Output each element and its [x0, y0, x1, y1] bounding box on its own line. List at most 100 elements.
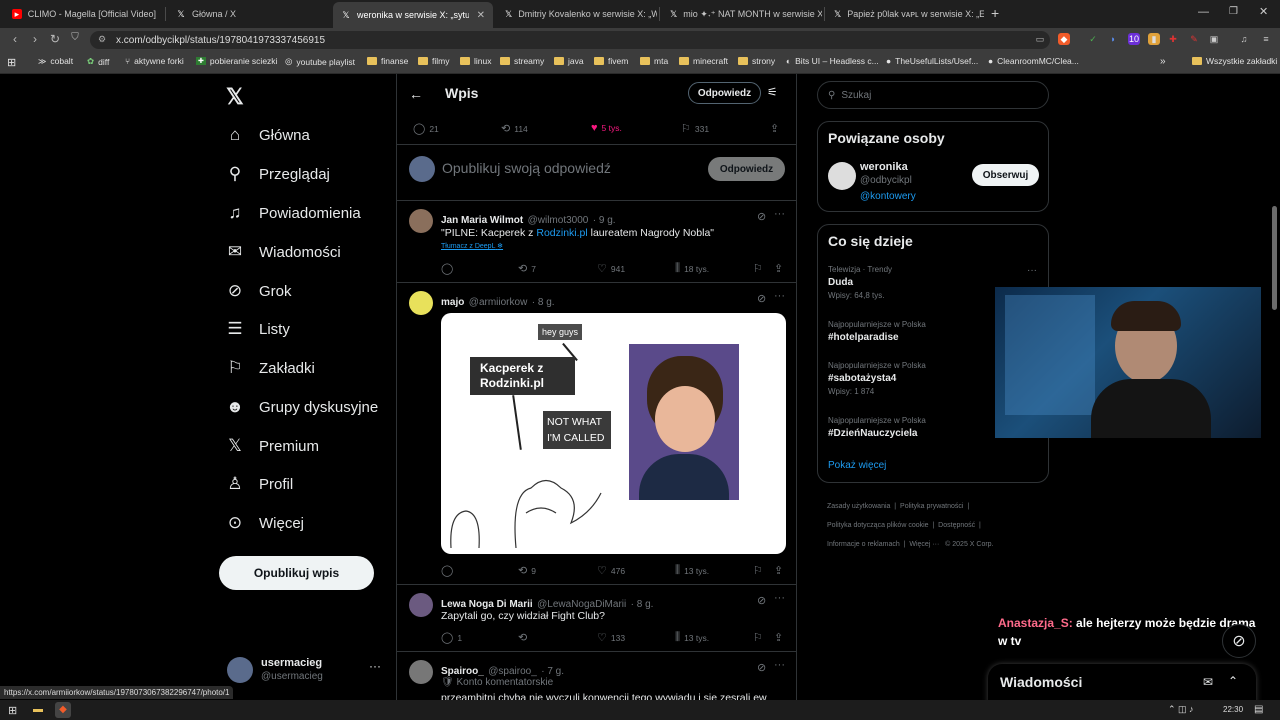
tweet-author-name[interactable]: Lewa Noga Di Marii [441, 599, 533, 610]
browser-tab[interactable]: ▸ CLIMO - Magella [Official Video] [4, 4, 164, 24]
footer-link[interactable]: Polityka prywatności [900, 503, 963, 510]
views-action[interactable]: ⫼ 18 tys. [675, 262, 709, 275]
tweet[interactable]: Spairoo_ @spairoo_ · 7 g. ⊘ ··· 🛡 Konto … [397, 652, 796, 700]
reload-icon[interactable]: ↻ [47, 32, 63, 46]
sidebar-item-explore[interactable]: ⚲ Przeglądaj [225, 164, 330, 184]
tweet-author-handle[interactable]: @armiiorkow [469, 297, 528, 308]
account-switcher[interactable]: usermacieg @usermacieg ··· [225, 656, 385, 686]
like-action[interactable]: ♡ 941 [597, 262, 625, 275]
reply-action[interactable]: ◯ 21 [413, 122, 439, 135]
like-action[interactable]: ♡ 476 [597, 564, 625, 577]
extension-icon[interactable]: ✎ [1188, 33, 1200, 45]
back-icon[interactable]: ‹ [7, 32, 23, 46]
grok-icon[interactable]: ⊘ [757, 661, 766, 674]
extension-icon[interactable]: ◗ [1107, 33, 1119, 45]
repost-action[interactable]: ⟲ [518, 631, 531, 644]
browser-tab[interactable]: 𝕏 Dmitriy Kovalenko w serwisie X: „Wh [497, 4, 657, 24]
bookmark-folder[interactable]: Wszystkie zakładki [1192, 56, 1277, 66]
more-icon[interactable]: ··· [1027, 265, 1037, 276]
more-bookmarks-icon[interactable]: » [1160, 56, 1166, 67]
apps-grid-icon[interactable]: ⊞ [7, 56, 16, 69]
minimize-icon[interactable]: — [1198, 6, 1209, 18]
bookmark-folder[interactable]: fivem [594, 56, 628, 66]
sidebar-item-profile[interactable]: ♙ Profil [225, 474, 293, 494]
sidebar-item-more[interactable]: ⊙ Więcej [225, 513, 304, 533]
reply-header-button[interactable]: Odpowiedz [688, 82, 761, 104]
tweet-author-handle[interactable]: @spairoo_ [488, 666, 537, 677]
grok-icon[interactable]: ⊘ [757, 210, 766, 223]
brave-browser-icon[interactable]: ◆ [55, 702, 71, 718]
bookmark-folder[interactable]: finanse [367, 56, 408, 66]
brave-shield-icon[interactable]: ◆ [1058, 33, 1070, 45]
tweet-author-handle[interactable]: @wilmot3000 [528, 215, 589, 226]
bookmark-folder[interactable]: streamy [500, 56, 544, 66]
bookmark-folder[interactable]: mta [640, 56, 668, 66]
reply-composer-input[interactable]: Opublikuj swoją odpowiedź [442, 160, 611, 176]
bookmark-action[interactable]: ⚐ [753, 564, 763, 577]
menu-icon[interactable]: ≡ [1260, 33, 1272, 45]
bookmark-item[interactable]: ⑂ aktywne forki [125, 56, 184, 66]
reply-submit-button[interactable]: Odpowiedz [708, 157, 785, 181]
sidebar-item-communities[interactable]: ☻ Grupy dyskusyjne [225, 397, 378, 417]
bookmark-folder[interactable]: minecraft [679, 56, 728, 66]
forward-icon[interactable]: › [27, 32, 43, 46]
close-tab-icon[interactable]: ✕ [477, 10, 485, 21]
address-bar[interactable]: ⚙ x.com/odbycikpl/status/197804197333745… [90, 31, 1050, 49]
browser-tab[interactable]: 𝕏 Papież p0lak ᴠᴀᴘʟ w serwisie X: „Eleg [826, 4, 984, 24]
post-button[interactable]: Opublikuj wpis [219, 556, 374, 590]
avatar[interactable] [828, 162, 856, 190]
sidebar-item-bookmarks[interactable]: ⚐ Zakładki [225, 358, 314, 378]
share-action[interactable]: ⇪ [770, 122, 779, 135]
tweet-image[interactable]: hey guys Kacperek z Rodzinki.pl NOT WHAT… [441, 313, 786, 554]
reply-action[interactable]: ◯ [441, 262, 457, 275]
reply-action[interactable]: ◯ 1 [441, 631, 462, 644]
share-action[interactable]: ⇪ [774, 262, 783, 275]
bookmark-item[interactable]: ✚ pobieranie sciezki [196, 56, 277, 66]
site-info-icon[interactable]: ⚙ [98, 34, 106, 45]
extension-badge-icon[interactable]: 10 [1128, 33, 1140, 45]
repost-action[interactable]: ⟲ 114 [501, 122, 528, 135]
like-action[interactable]: ♥ 5 tys. [591, 122, 622, 134]
views-action[interactable]: ⫼ 13 tys. [675, 631, 709, 644]
tweet-author-name[interactable]: majo [441, 297, 464, 308]
collapse-up-icon[interactable]: ⌃ [1228, 674, 1238, 688]
extension-icon[interactable]: ▮ [1148, 33, 1160, 45]
sidebar-item-lists[interactable]: ☰ Listy [225, 319, 289, 339]
bookmark-page-icon[interactable]: ⛉ [67, 32, 83, 43]
related-handle[interactable]: @odbycikpl [860, 175, 912, 186]
repost-action[interactable]: ⟲ 9 [518, 564, 536, 577]
footer-link[interactable]: Zasady użytkowania [827, 503, 890, 510]
extension-icon[interactable]: ✚ [1167, 33, 1179, 45]
browser-tab[interactable]: 𝕏 Główna / X [168, 4, 330, 24]
media-icon[interactable]: ♫ [1238, 33, 1250, 45]
bookmark-action[interactable]: ⚐ [753, 631, 763, 644]
taskbar-clock[interactable]: 22:30 [1223, 705, 1243, 714]
more-icon[interactable]: ··· [774, 290, 785, 302]
tweet-time[interactable]: · 8 g. [631, 599, 654, 610]
more-icon[interactable]: ··· [774, 208, 785, 220]
translate-link[interactable]: Tłumacz z DeepL ❄ [441, 242, 503, 250]
footer-link[interactable]: Więcej ··· [909, 541, 939, 548]
bookmark-folder[interactable]: java [554, 56, 584, 66]
bookmark-item[interactable]: ◐ Bits UI – Headless c... [786, 56, 879, 66]
sidebar-item-premium[interactable]: 𝕏 Premium [225, 436, 319, 456]
file-explorer-icon[interactable]: ▬ [33, 704, 43, 715]
bookmark-item[interactable]: ≫ cobalt [38, 56, 73, 66]
new-message-icon[interactable]: ✉ [1203, 675, 1213, 689]
bookmark-item[interactable]: ◎ youtube playlist [285, 56, 355, 67]
tweet-link[interactable]: Rodzinki.pl [536, 227, 587, 239]
search-input[interactable]: ⚲ Szukaj [817, 81, 1049, 109]
browser-tab-active[interactable]: 𝕏 weronika w serwisie X: „sytuacja ✕ [333, 2, 493, 28]
bookmark-folder[interactable]: linux [460, 56, 491, 66]
windows-start-icon[interactable]: ⊞ [8, 704, 17, 717]
settings-sliders-icon[interactable]: ⚟ [767, 85, 778, 99]
extensions-puzzle-icon[interactable]: ▣ [1208, 33, 1220, 45]
tweet-author-handle[interactable]: @LewaNogaDiMarii [537, 599, 626, 610]
repost-action[interactable]: ⟲ 7 [518, 262, 536, 275]
messages-dock[interactable]: Wiadomości ✉ ⌃ [988, 664, 1256, 704]
footer-link[interactable]: Informacje o reklamach [827, 541, 900, 548]
tray-icons[interactable]: ⌃ ◫ ♪ [1168, 704, 1194, 715]
sidebar-item-grok[interactable]: ⊘ Grok [225, 281, 292, 301]
footer-link[interactable]: Polityka dotycząca plików cookie [827, 522, 929, 529]
reply-action[interactable]: ◯ [441, 564, 457, 577]
